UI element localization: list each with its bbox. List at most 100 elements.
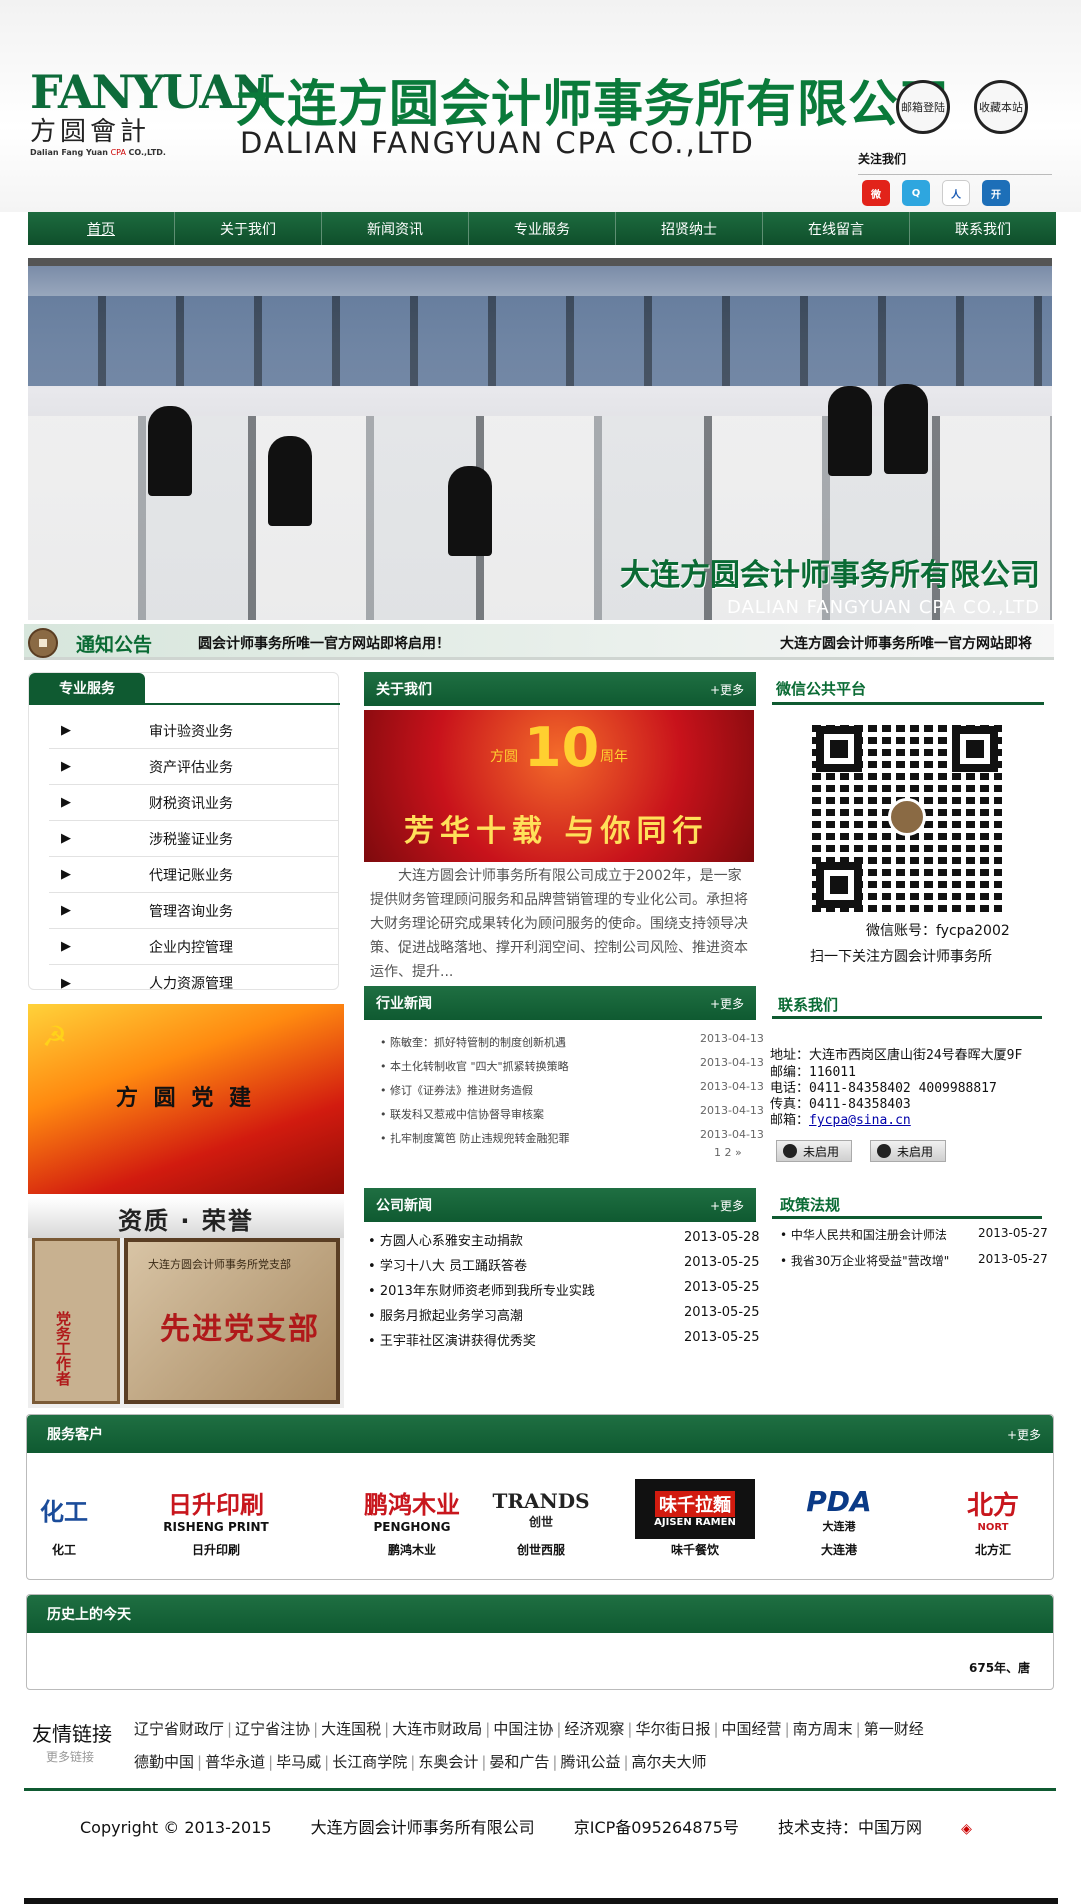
nav-about[interactable]: 关于我们 xyxy=(175,212,322,245)
notice-title: 通知公告 xyxy=(76,634,153,656)
service-item[interactable]: ▶ 管理咨询业务 xyxy=(49,893,339,929)
friend-link[interactable]: 大连国税 xyxy=(319,1720,383,1738)
kaixin-icon[interactable]: 开 xyxy=(982,180,1010,206)
party-building-banner[interactable]: ☭ 方 圆 党 建 xyxy=(28,1004,344,1194)
news-item[interactable]: • 修订《证券法》推进财务造假 xyxy=(380,1082,533,1098)
client-logo[interactable]: TRANDS 创世 创世西服 xyxy=(481,1479,601,1559)
friend-link[interactable]: 辽宁省财政厅 xyxy=(132,1720,226,1738)
service-item[interactable]: ▶ 财税资讯业务 xyxy=(49,785,339,821)
nav-message[interactable]: 在线留言 xyxy=(763,212,910,245)
service-label[interactable]: 审计验资业务 xyxy=(149,721,233,741)
friend-link[interactable]: 腾讯公益 xyxy=(558,1753,622,1771)
policy-item[interactable]: • 中华人民共和国注册会计师法 xyxy=(780,1226,947,1243)
service-label[interactable]: 企业内控管理 xyxy=(149,937,233,957)
friend-link[interactable]: 大连市财政局 xyxy=(390,1720,484,1738)
news-item[interactable]: • 本土化转制收官 "四大"抓紧转换策略 xyxy=(380,1058,569,1074)
news-item[interactable]: • 联发科又惹戒中信协督导审核案 xyxy=(380,1106,544,1122)
anniversary-image[interactable]: 方圆 10 周年 芳华十载 与你同行 xyxy=(364,710,754,862)
news-item[interactable]: • 学习十八大 员工踊跃答卷 xyxy=(368,1255,527,1274)
email-link[interactable]: fycpa@sina.cn xyxy=(809,1113,911,1128)
service-item[interactable]: ▶ 涉税鉴证业务 xyxy=(49,821,339,857)
service-item[interactable]: ▶ 企业内控管理 xyxy=(49,929,339,965)
clients-more-link[interactable]: +更多 xyxy=(1007,1426,1041,1443)
news-item[interactable]: • 陈敏奎：抓好特管制的制度创新机遇 xyxy=(380,1034,566,1050)
company-news-more-link[interactable]: +更多 xyxy=(710,1197,744,1214)
qq-button[interactable]: 未启用 xyxy=(776,1140,852,1162)
qq-icon xyxy=(783,1144,797,1158)
friend-link[interactable]: 中国注协 xyxy=(491,1720,555,1738)
honor-panel[interactable]: 资质 · 荣誉 党务工作者 大连方圆会计师事务所党支部 先进党支部 xyxy=(28,1198,344,1408)
honor-plaque: 大连方圆会计师事务所党支部 先进党支部 xyxy=(124,1238,340,1404)
service-item[interactable]: ▶ 审计验资业务 xyxy=(49,713,339,749)
friend-link[interactable]: 第一财经 xyxy=(862,1720,926,1738)
friend-link[interactable]: 长江商学院 xyxy=(330,1753,409,1771)
friend-link[interactable]: 高尔夫大师 xyxy=(630,1753,709,1771)
mail-login-button[interactable]: 邮箱登陆 xyxy=(896,80,950,134)
friend-link[interactable]: 毕马威 xyxy=(274,1753,323,1771)
about-header: 关于我们 +更多 xyxy=(364,672,756,706)
about-more-link[interactable]: +更多 xyxy=(710,681,744,698)
nav-services[interactable]: 专业服务 xyxy=(469,212,616,245)
footer-copyright: Copyright © 2013-2015 xyxy=(80,1818,272,1837)
client-logo[interactable]: 鹏鸿木业 PENGHONG 鹏鸿木业 xyxy=(325,1479,499,1559)
friend-link[interactable]: 中国经营 xyxy=(720,1720,784,1738)
banner-image[interactable]: 大连方圆会计师事务所有限公司 DALIAN FANGYUAN CPA CO.,L… xyxy=(28,258,1052,620)
news-date: 2013-04-13 xyxy=(700,1128,764,1141)
bookmark-button[interactable]: 收藏本站 xyxy=(974,80,1028,134)
services-panel: 专业服务 ▶ 审计验资业务 ▶ 资产评估业务 ▶ 财税资讯业务 ▶ 涉税鉴证业务 ▶ 代理… xyxy=(28,672,340,992)
friend-link[interactable]: 东奥会计 xyxy=(416,1753,480,1771)
footer-icp[interactable]: 京ICP备095264875号 xyxy=(574,1818,739,1837)
news-item[interactable]: • 王宇菲社区演讲获得优秀奖 xyxy=(368,1330,536,1349)
company-logo[interactable]: FANYUAN 方圆會計 Dalian Fang Yuan CPA CO.,LT… xyxy=(30,68,275,168)
industry-news-more-link[interactable]: +更多 xyxy=(710,995,744,1012)
service-item[interactable]: ▶ 资产评估业务 xyxy=(49,749,339,785)
news-item[interactable]: • 服务月掀起业务学习高潮 xyxy=(368,1305,523,1324)
page: FANYUAN 方圆會計 Dalian Fang Yuan CPA CO.,LT… xyxy=(0,0,1081,1904)
friend-link[interactable]: 华尔街日报 xyxy=(633,1720,712,1738)
news-item[interactable]: • 2013年东财师资老师到我所专业实践 xyxy=(368,1280,595,1299)
service-label[interactable]: 资产评估业务 xyxy=(149,757,233,777)
weibo-icon[interactable]: 微 xyxy=(862,180,890,206)
triangle-right-icon: ▶ xyxy=(61,975,71,991)
notice-marquee[interactable]: 圆会计师事务所唯一官方网站即将启用！ 大连方圆会计师事务所唯一官方网站即将 xyxy=(174,624,1054,660)
service-label[interactable]: 涉税鉴证业务 xyxy=(149,829,233,849)
history-marquee[interactable]: 675年、唐 xyxy=(969,1659,1030,1676)
policy-item[interactable]: • 我省30万企业将受益"营改增" xyxy=(780,1252,949,1269)
service-label[interactable]: 人力资源管理 xyxy=(149,973,233,993)
notice-text[interactable]: 大连方圆会计师事务所唯一官方网站即将 xyxy=(780,633,1032,653)
notice-text[interactable]: 圆会计师事务所唯一官方网站即将启用！ xyxy=(198,633,450,653)
qq-button[interactable]: 未启用 xyxy=(870,1140,946,1162)
news-item[interactable]: • 扎牢制度篱笆 防止违规兜转金融犯罪 xyxy=(380,1130,570,1146)
friend-link[interactable]: 德勤中国 xyxy=(132,1753,196,1771)
service-label[interactable]: 管理咨询业务 xyxy=(149,901,233,921)
client-name: 日升印刷 xyxy=(191,1543,240,1557)
news-pager[interactable]: 1 2 » xyxy=(714,1146,742,1159)
nav-home[interactable]: 首页 xyxy=(28,212,175,245)
friend-link[interactable]: 晏和广告 xyxy=(487,1753,551,1771)
client-logo[interactable]: 日升印刷 RISHENG PRINT 日升印刷 xyxy=(129,1479,303,1559)
friend-link[interactable]: 经济观察 xyxy=(562,1720,626,1738)
nav-careers[interactable]: 招贤纳士 xyxy=(616,212,763,245)
renren-icon[interactable]: 人 xyxy=(942,180,970,206)
qr-finder xyxy=(816,862,862,908)
friend-links-more[interactable]: 更多链接 xyxy=(46,1748,94,1765)
friend-link[interactable]: 普华永道 xyxy=(203,1753,267,1771)
friend-link[interactable]: 南方周末 xyxy=(791,1720,855,1738)
nav-news[interactable]: 新闻资讯 xyxy=(322,212,469,245)
client-logo[interactable]: PDA 大连港 大连港 xyxy=(779,1479,899,1559)
service-label[interactable]: 代理记账业务 xyxy=(149,865,233,885)
banner-figure xyxy=(148,406,192,496)
client-logo[interactable]: 味千拉麵 AJISEN RAMEN 味千餐饮 xyxy=(635,1479,755,1559)
service-item[interactable]: ▶ 代理记账业务 xyxy=(49,857,339,893)
service-label[interactable]: 财税资讯业务 xyxy=(149,793,233,813)
friend-links-row: 德勤中国 | 普华永道 | 毕马威 | 长江商学院 | 东奥会计 | 晏和广告 | 腾讯公益 | 高尔夫大师 xyxy=(132,1753,709,1771)
news-item[interactable]: • 方圆人心系雅安主动捐款 xyxy=(368,1230,523,1249)
about-title: 关于我们 xyxy=(376,682,432,698)
qq-weibo-icon[interactable]: Q xyxy=(902,180,930,206)
client-logo[interactable]: 北方 NORT 北方汇 xyxy=(933,1479,1053,1559)
footer-support[interactable]: 技术支持：中国万网 xyxy=(778,1818,922,1837)
service-item[interactable]: ▶ 人力资源管理 xyxy=(49,965,339,1001)
friend-link[interactable]: 辽宁省注协 xyxy=(233,1720,312,1738)
nav-contact[interactable]: 联系我们 xyxy=(910,212,1056,245)
anniversary-text: 方圆 xyxy=(490,749,518,765)
